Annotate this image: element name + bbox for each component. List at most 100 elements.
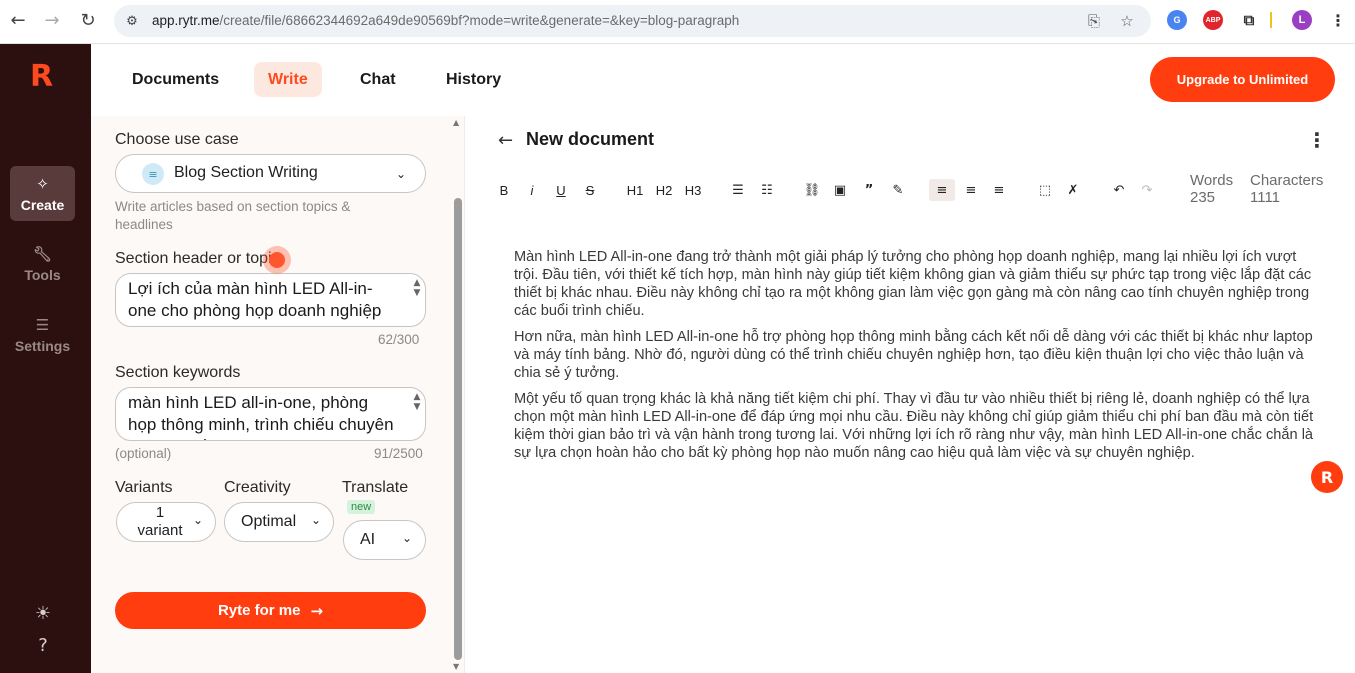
underline-button[interactable]: U (553, 179, 569, 201)
highlight-pen-icon[interactable]: ✎ (887, 179, 909, 201)
rail-item-label: Create (20, 196, 65, 213)
characters-value: 1111 (1250, 189, 1281, 206)
panel-scrollbar[interactable]: ▲ ▼ (452, 116, 464, 673)
image-icon[interactable]: ▣ (830, 179, 850, 201)
address-bar[interactable]: ⚙ app.rytr.me/create/file/68662344692a64… (114, 5, 1151, 37)
bold-button[interactable]: B (496, 179, 512, 201)
chevron-down-icon: ⌄ (193, 513, 204, 527)
translate-value: AI (360, 531, 376, 548)
words-value: 235 (1190, 189, 1216, 206)
sun-icon[interactable]: ☀ (32, 602, 54, 624)
adblock-extension-icon[interactable]: ABP (1203, 10, 1223, 30)
help-icon[interactable]: ? (32, 634, 54, 656)
section-keywords-label: Section keywords (115, 364, 241, 381)
section-header-label: Section header or topic (115, 250, 280, 267)
url-text[interactable]: app.rytr.me/create/file/68662344692a649d… (152, 13, 739, 28)
upgrade-button[interactable]: Upgrade to Unlimited (1150, 57, 1335, 102)
select-all-icon[interactable]: ⬚ (1035, 179, 1055, 201)
ryte-button-label: Ryte for me (217, 602, 301, 619)
use-case-label: Choose use case (115, 131, 239, 148)
use-case-select[interactable]: ≡ Blog Section Writing ⌄ (115, 154, 426, 193)
site-info-icon[interactable]: ⚙ (122, 11, 142, 31)
rail-item-settings[interactable]: ☰ Settings (10, 307, 75, 362)
translate-page-icon[interactable]: ⎘ (1084, 11, 1104, 31)
tab-documents[interactable]: Documents (118, 62, 233, 97)
mouse-cursor-indicator (269, 252, 285, 268)
scroll-down-arrow-icon[interactable]: ▼ (453, 662, 459, 671)
heading2-button[interactable]: H2 (653, 179, 675, 201)
creativity-label: Creativity (224, 479, 291, 496)
creativity-value: Optimal (241, 513, 297, 530)
textarea-scrollbar[interactable]: ▲ ▼ (411, 392, 423, 432)
paragraph[interactable]: Hơn nữa, màn hình LED All-in-one hỗ trợ … (514, 328, 1314, 382)
variants-value-unit: variant (137, 522, 183, 539)
italic-button[interactable]: i (524, 179, 540, 201)
rail-item-tools[interactable]: 🔧︎ Tools (10, 236, 75, 291)
reload-icon[interactable]: ↻ (76, 8, 100, 32)
tab-write[interactable]: Write (254, 62, 322, 97)
strikethrough-button[interactable]: S (582, 179, 598, 201)
bookmark-star-icon[interactable]: ☆ (1117, 11, 1137, 31)
characters-label: Characters (1250, 172, 1324, 189)
wrench-icon: 🔧︎ (32, 244, 53, 263)
quote-icon[interactable]: ” (859, 179, 879, 201)
ryte-for-me-button[interactable]: Ryte for me → (115, 592, 426, 629)
tab-history[interactable]: History (432, 62, 515, 97)
top-navigation: Documents Write Chat History Upgrade to … (91, 44, 1355, 116)
new-badge: new (347, 500, 376, 514)
align-right-icon[interactable]: ≡ (989, 179, 1009, 201)
document-content[interactable]: Màn hình LED All-in-one đang trở thành m… (514, 248, 1314, 470)
profile-avatar[interactable]: L (1292, 10, 1312, 30)
back-arrow-icon[interactable]: ← (6, 8, 30, 32)
align-left-icon[interactable]: ≡ (929, 179, 955, 201)
paragraph[interactable]: Một yếu tố quan trọng khác là khả năng t… (514, 390, 1314, 462)
translate-select[interactable]: AI ⌄ (343, 520, 426, 560)
toolbar-divider (1270, 12, 1272, 28)
link-icon[interactable]: ⛓ (802, 179, 822, 201)
section-header-text: Lợi ích của màn hình LED All-in-one cho … (128, 279, 382, 320)
url-domain: app.rytr.me (152, 13, 220, 28)
tab-chat[interactable]: Chat (346, 62, 410, 97)
heading3-button[interactable]: H3 (682, 179, 704, 201)
forward-arrow-icon[interactable]: → (40, 8, 64, 32)
bullet-list-icon[interactable]: ☰ (728, 179, 748, 201)
clear-format-icon[interactable]: ✗ (1063, 179, 1083, 201)
document-lines-icon: ≡ (142, 163, 164, 185)
write-settings-panel: Choose use case ≡ Blog Section Writing ⌄… (91, 116, 465, 673)
textarea-scrollbar[interactable]: ▲ ▼ (411, 278, 423, 318)
keywords-optional-hint: (optional) (115, 446, 172, 461)
browser-toolbar: ← → ↻ ⚙ app.rytr.me/create/file/68662344… (0, 0, 1355, 44)
rail-item-create[interactable]: ✧ Create (10, 166, 75, 221)
rytr-floating-logo-icon[interactable]: R (1311, 461, 1343, 493)
variants-value-number: 1 (155, 504, 165, 521)
chevron-down-icon: ⌄ (396, 167, 407, 181)
creativity-select[interactable]: Optimal ⌄ (224, 502, 334, 542)
document-title[interactable]: New document (526, 129, 654, 150)
scrollbar-thumb[interactable] (454, 198, 462, 660)
section-header-input[interactable]: Lợi ích của màn hình LED All-in-one cho … (115, 273, 426, 327)
chevron-down-icon: ⌄ (311, 513, 322, 527)
align-center-icon[interactable]: ≡ (961, 179, 981, 201)
back-arrow-icon[interactable]: ← (498, 130, 513, 151)
rail-item-label: Settings (14, 337, 71, 354)
rail-item-label: Tools (24, 266, 61, 283)
numbered-list-icon[interactable]: ☷ (757, 179, 777, 201)
more-options-icon[interactable]: ⋮ (1307, 128, 1327, 152)
variants-label: Variants (115, 479, 173, 496)
section-keywords-input[interactable]: màn hình LED all-in-one, phòng họp thông… (115, 387, 426, 441)
url-path: /create/file/68662344692a649de90569bf?mo… (219, 13, 740, 28)
paragraph[interactable]: Màn hình LED All-in-one đang trở thành m… (514, 248, 1314, 320)
redo-icon[interactable]: ↷ (1137, 179, 1157, 201)
variants-select[interactable]: 1 variant ⌄ (116, 502, 216, 542)
rytr-logo[interactable]: R (30, 62, 56, 92)
arrow-right-icon: → (310, 601, 324, 620)
google-translate-extension-icon[interactable]: G (1167, 10, 1187, 30)
heading1-button[interactable]: H1 (624, 179, 646, 201)
document-editor: ← New document ⋮ B i U S H1 H2 H3 ☰ ☷ ⛓ … (466, 116, 1355, 673)
extensions-puzzle-icon[interactable]: ⧉ (1239, 10, 1259, 30)
chevron-down-icon: ⌄ (402, 531, 413, 545)
undo-icon[interactable]: ↶ (1109, 179, 1129, 201)
section-keywords-text: màn hình LED all-in-one, phòng họp thông… (128, 393, 394, 440)
browser-menu-icon[interactable]: ⋮ (1328, 10, 1348, 30)
scroll-up-arrow-icon[interactable]: ▲ (453, 118, 459, 127)
